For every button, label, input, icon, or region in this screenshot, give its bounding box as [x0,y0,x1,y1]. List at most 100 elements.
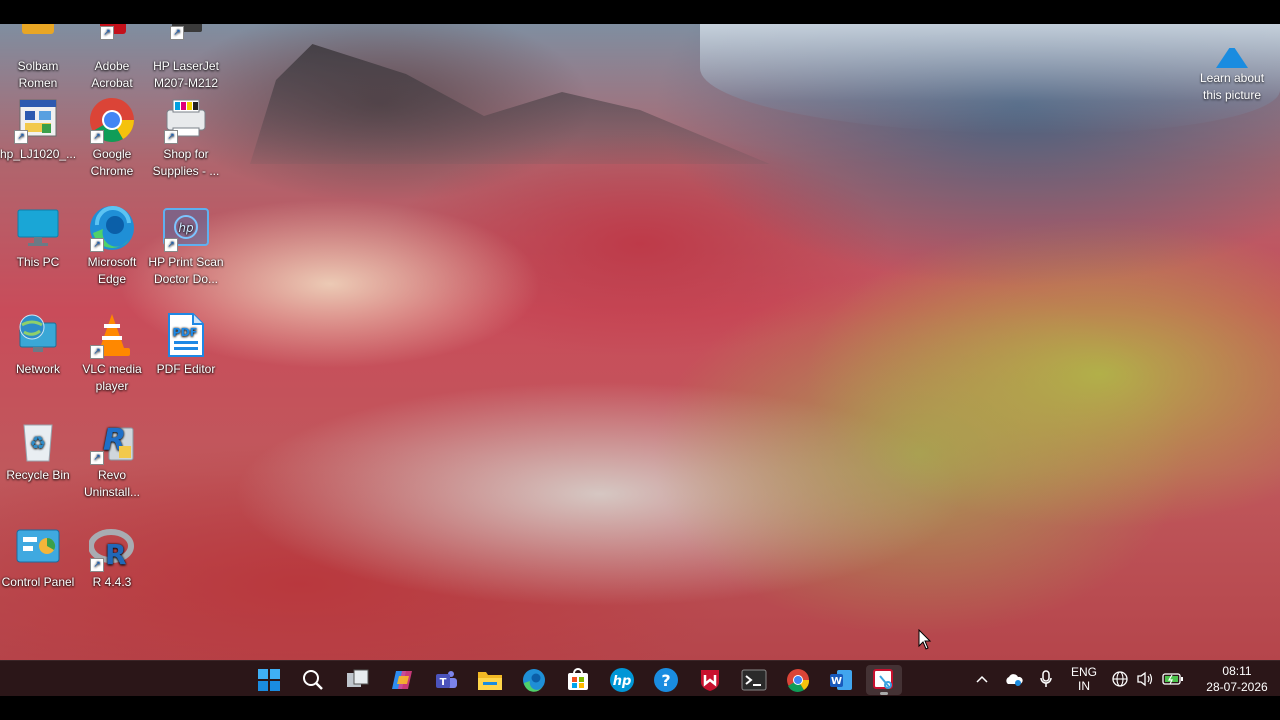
icon-label: VLC media player [82,362,142,393]
taskbar-file-explorer[interactable] [472,665,508,695]
desktop-icon-network[interactable]: Network [0,311,76,378]
battery-charging-icon [1162,673,1183,685]
taskbar-terminal[interactable] [736,665,772,695]
hp-print-scan-doctor-icon: hp ↗ [162,204,210,252]
desktop-wallpaper[interactable]: Solbam Romen ↗ hp_LJ1020_... This PC Net… [0,24,1280,660]
mcafee-icon [701,670,719,691]
svg-text:W: W [831,676,842,687]
svg-text:R: R [105,538,127,568]
taskbar-edge[interactable] [516,665,552,695]
clock-date: 28-07-2026 [1206,680,1268,694]
desktop-icon-hp-print-scan-doctor[interactable]: hp ↗ HP Print Scan Doctor Do... [148,204,224,288]
quick-settings-button[interactable] [1108,661,1188,697]
desktop-icon-this-pc[interactable]: This PC [0,204,76,271]
letterbox-top [0,0,1280,24]
terminal-icon [741,669,767,691]
store-icon [568,668,588,690]
r-language-icon: R ↗ [88,524,136,572]
icon-label: Network [15,362,60,376]
tray-overflow-button[interactable] [970,661,994,697]
shortcut-arrow-icon: ↗ [90,238,104,252]
taskbar: T hp ? W ENG IN 08:11 28-07-2026 [0,660,1280,697]
file-explorer-icon [478,672,502,690]
desktop-icon-recycle-bin[interactable]: ♻ Recycle Bin [0,417,76,484]
icon-label: Adobe Acrobat [91,59,133,90]
taskbar-mcafee[interactable] [692,665,728,695]
desktop-icon-control-panel[interactable]: Control Panel [0,524,76,591]
snipping-tool-icon [873,669,893,689]
chevron-up-icon [976,675,988,683]
desktop-icon-hp-laserjet[interactable]: ↗ HP LaserJet M207-M212 [148,24,224,92]
taskbar-chrome[interactable] [780,665,816,695]
pdf-editor-icon: PDF [162,311,210,359]
start-button[interactable] [251,665,287,695]
spotlight-icon [1212,48,1252,70]
tray-microphone[interactable] [1034,661,1058,697]
desktop-icon-pdf-editor[interactable]: PDF PDF Editor [148,311,224,378]
icon-label: Revo Uninstall... [83,468,141,499]
lang-code: ENG [1070,665,1097,679]
desktop-icon-shop-supplies[interactable]: ↗ Shop for Supplies - ... [148,96,224,180]
icon-label: PDF Editor [156,362,216,376]
desktop-icon-adobe-acrobat[interactable]: ↗ Adobe Acrobat [74,24,150,92]
clock[interactable]: 08:11 28-07-2026 [1194,661,1280,697]
learn-about-label: Learn about this picture [1199,71,1265,102]
task-view-icon [347,669,369,687]
copilot-icon [392,671,412,689]
wallpaper-ridge [250,44,770,164]
user-folder-icon [14,24,62,56]
language-indicator[interactable]: ENG IN [1064,661,1104,697]
word-icon: W [830,670,852,690]
chrome-icon: ↗ [88,96,136,144]
microphone-icon [1040,670,1052,687]
this-pc-icon [14,204,62,252]
icon-label: HP Print Scan Doctor Do... [148,255,224,286]
icon-label: Solbam Romen [17,59,59,90]
search-button[interactable] [295,665,331,695]
icon-label: Google Chrome [90,147,134,178]
desktop-icon-microsoft-edge[interactable]: ↗ Microsoft Edge [74,204,150,288]
search-icon [303,670,323,690]
taskbar-word[interactable]: W [823,665,859,695]
desktop-icon-google-chrome[interactable]: ↗ Google Chrome [74,96,150,180]
taskbar-teams[interactable]: T [428,665,464,695]
desktop-icon-solbam-romen[interactable]: Solbam Romen [0,24,76,92]
letterbox-bottom [0,696,1280,720]
windows-start-icon [258,669,280,691]
desktop-icon-vlc[interactable]: ↗ VLC media player [74,311,150,395]
task-view-button[interactable] [340,665,376,695]
shop-supplies-icon: ↗ [162,96,210,144]
taskbar-snipping-tool[interactable] [866,665,902,695]
printer-icon: ↗ [162,24,210,56]
vlc-icon: ↗ [88,311,136,359]
desktop-icon-r[interactable]: R ↗ R 4.4.3 [74,524,150,591]
onedrive-icon [1006,674,1023,686]
adobe-acrobat-icon: ↗ [88,24,136,56]
svg-text:?: ? [661,671,670,690]
globe-network-icon [1112,671,1128,687]
tray-onedrive[interactable] [1002,661,1026,697]
edge-icon [523,669,545,692]
shortcut-arrow-icon: ↗ [90,345,104,359]
desktop-icon-revo-uninstaller[interactable]: R ↗ Revo Uninstall... [74,417,150,501]
taskbar-store[interactable] [560,665,596,695]
taskbar-copilot[interactable] [384,665,420,695]
clock-time: 08:11 [1222,664,1252,678]
desktop-icon-hp-lj1020[interactable]: ↗ hp_LJ1020_... [0,96,76,163]
icon-label: HP LaserJet M207-M212 [153,59,219,90]
hp-driver-icon: ↗ [14,96,62,144]
icon-label: Control Panel [1,575,75,589]
teams-icon: T [436,671,457,688]
shortcut-arrow-icon: ↗ [164,130,178,144]
hp-icon: hp [610,668,634,692]
svg-text:♻: ♻ [30,433,46,454]
svg-text:T: T [440,677,447,688]
control-panel-icon [14,524,62,572]
shortcut-arrow-icon: ↗ [90,451,104,465]
learn-about-picture[interactable]: Learn about this picture [1190,48,1274,104]
shortcut-arrow-icon: ↗ [90,558,104,572]
icon-label: This PC [16,255,60,269]
taskbar-hp[interactable]: hp [604,665,640,695]
taskbar-get-help[interactable]: ? [648,665,684,695]
svg-text:hp: hp [613,674,632,689]
